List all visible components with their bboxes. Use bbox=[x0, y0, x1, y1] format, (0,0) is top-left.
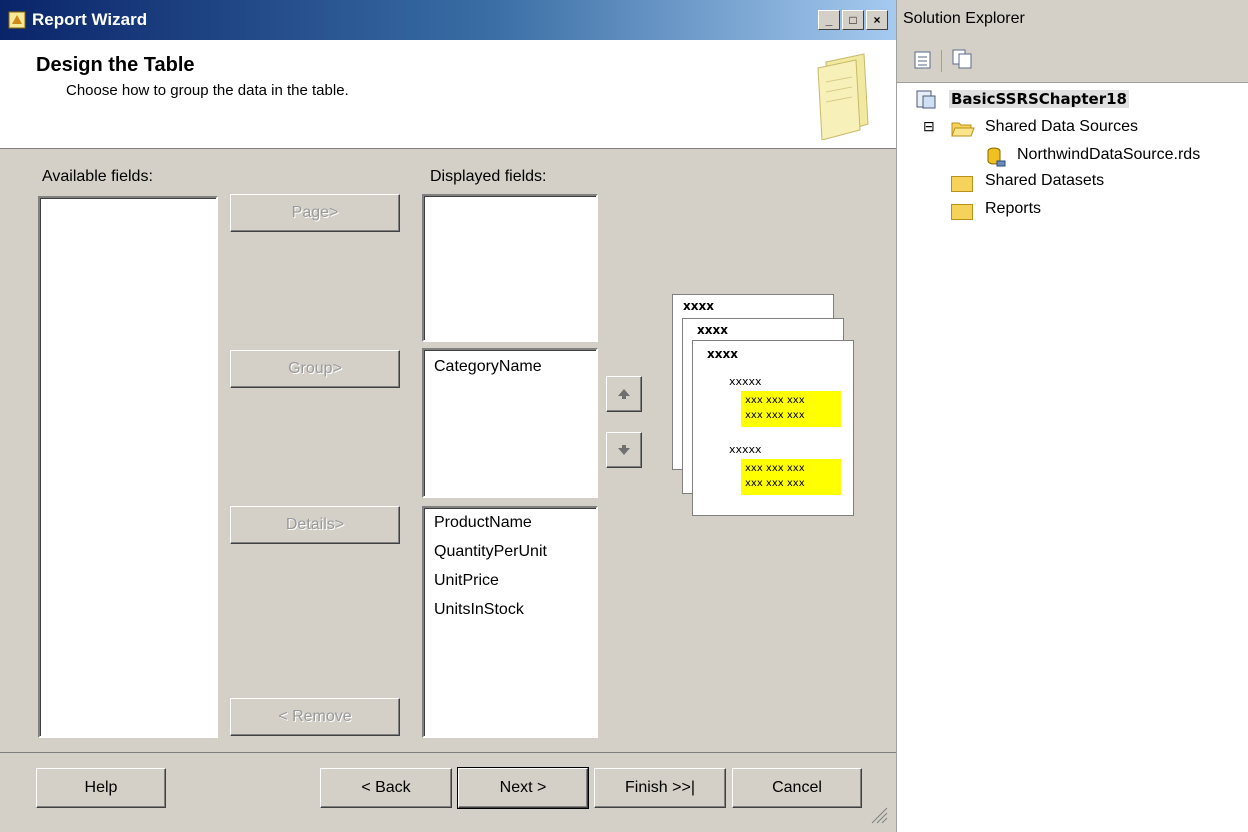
project-icon bbox=[916, 90, 936, 109]
page-fields-list[interactable] bbox=[422, 194, 598, 342]
finish-button[interactable]: Finish >>| bbox=[594, 768, 726, 808]
preview-page-front: xxxx xxxxx xxx xxx xxx xxx xxx xxx xxxxx… bbox=[692, 340, 854, 516]
help-button[interactable]: Help bbox=[36, 768, 166, 808]
arrow-up-icon bbox=[618, 389, 630, 399]
page-title: Design the Table bbox=[36, 54, 195, 76]
properties-icon[interactable] bbox=[913, 50, 933, 70]
available-fields-list[interactable] bbox=[38, 196, 218, 738]
details-fields-list[interactable]: ProductName QuantityPerUnit UnitPrice Un… bbox=[422, 506, 598, 738]
folder-icon bbox=[951, 176, 973, 192]
group-fields-list[interactable]: CategoryName bbox=[422, 348, 598, 498]
remove-button[interactable]: < Remove bbox=[230, 698, 400, 736]
list-item[interactable]: UnitPrice bbox=[434, 572, 499, 590]
resize-grip-icon[interactable] bbox=[868, 804, 888, 824]
preview-detail-rows: xxx xxx xxx xxx xxx xxx bbox=[741, 391, 841, 427]
layout-preview: xxxx xxxx xxxx xxxxx xxx xxx xxx xxx xxx… bbox=[672, 294, 858, 520]
panel-title: Solution Explorer bbox=[903, 10, 1025, 27]
arrow-down-icon bbox=[618, 445, 630, 455]
list-item[interactable]: UnitsInStock bbox=[434, 601, 524, 619]
wizard-header: Design the Table Choose how to group the… bbox=[0, 40, 896, 149]
cancel-button[interactable]: Cancel bbox=[732, 768, 862, 808]
folder-open-icon bbox=[951, 122, 975, 137]
back-button[interactable]: < Back bbox=[320, 768, 452, 808]
report-document-icon bbox=[817, 53, 869, 140]
page-button[interactable]: Page> bbox=[230, 194, 400, 232]
preview-label: xxxx bbox=[683, 299, 714, 313]
collapse-icon[interactable]: ⊟ bbox=[923, 118, 935, 135]
show-all-files-icon[interactable] bbox=[951, 48, 973, 70]
folder-icon bbox=[951, 204, 973, 220]
title-bar: Report Wizard _ □ × bbox=[0, 0, 896, 40]
footer-divider bbox=[0, 752, 896, 753]
maximize-button[interactable]: □ bbox=[842, 10, 864, 30]
solution-explorer-panel: Solution Explorer BasicSSRSChapter18 ⊟ S… bbox=[896, 0, 1248, 832]
datasource-icon bbox=[987, 147, 1006, 167]
minimize-button[interactable]: _ bbox=[818, 10, 840, 30]
preview-row: xxx xxx xxx bbox=[745, 395, 805, 406]
preview-row: xxx xxx xxx bbox=[745, 463, 805, 474]
group-button[interactable]: Group> bbox=[230, 350, 400, 388]
available-fields-label: Available fields: bbox=[42, 168, 153, 185]
details-button[interactable]: Details> bbox=[230, 506, 400, 544]
tree-item-shared-data-sources[interactable]: Shared Data Sources bbox=[985, 118, 1138, 136]
preview-row: xxx xxx xxx bbox=[745, 478, 805, 489]
close-button[interactable]: × bbox=[866, 10, 888, 30]
list-item[interactable]: QuantityPerUnit bbox=[434, 543, 547, 561]
report-wizard-window: Report Wizard _ □ × Design the Table Cho… bbox=[0, 0, 896, 832]
preview-group-label: xxxxx bbox=[729, 375, 762, 388]
tree-item-reports[interactable]: Reports bbox=[985, 200, 1041, 218]
move-down-button[interactable] bbox=[606, 432, 642, 468]
project-node[interactable]: BasicSSRSChapter18 bbox=[949, 90, 1129, 108]
preview-detail-rows: xxx xxx xxx xxx xxx xxx bbox=[741, 459, 841, 495]
solution-explorer-titlebar: Solution Explorer bbox=[897, 0, 1248, 40]
page-subtitle: Choose how to group the data in the tabl… bbox=[66, 82, 349, 99]
list-item[interactable]: ProductName bbox=[434, 514, 532, 532]
tree-item-northwind-datasource[interactable]: NorthwindDataSource.rds bbox=[1017, 146, 1200, 164]
preview-row: xxx xxx xxx bbox=[745, 410, 805, 421]
tree-item-shared-datasets[interactable]: Shared Datasets bbox=[985, 172, 1104, 190]
window-title: Report Wizard bbox=[32, 10, 148, 29]
displayed-fields-label: Displayed fields: bbox=[430, 168, 547, 185]
preview-label: xxxx bbox=[707, 347, 738, 361]
solution-tree: BasicSSRSChapter18 ⊟ Shared Data Sources… bbox=[897, 84, 1248, 224]
preview-group-label: xxxxx bbox=[729, 443, 762, 456]
next-button[interactable]: Next > bbox=[457, 767, 589, 809]
move-up-button[interactable] bbox=[606, 376, 642, 412]
solution-explorer-toolbar bbox=[897, 40, 1248, 83]
report-wizard-icon bbox=[8, 11, 26, 29]
list-item[interactable]: CategoryName bbox=[434, 358, 542, 376]
preview-label: xxxx bbox=[697, 323, 728, 337]
toolbar-separator bbox=[941, 50, 942, 72]
